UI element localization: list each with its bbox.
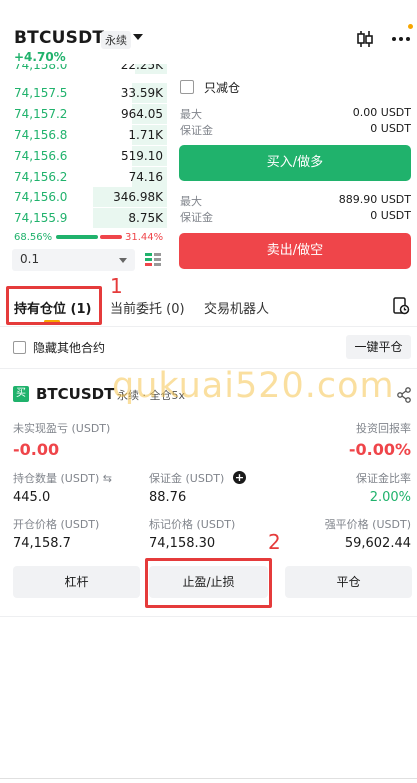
- liquidation-price-label: 强平价格 (USDT): [324, 518, 411, 531]
- mark-price-label: 标记价格 (USDT): [149, 518, 236, 531]
- orderbook-row[interactable]: 74,156.0 346.98K: [12, 187, 167, 208]
- orderbook-price: 74,158.0: [14, 64, 68, 72]
- hide-other-contracts-checkbox[interactable]: [13, 341, 26, 354]
- tab-open-orders[interactable]: 当前委托 (0): [110, 298, 185, 317]
- orderbook-qty: 1.71K: [128, 127, 163, 142]
- precision-select[interactable]: 0.1: [12, 249, 135, 271]
- orderbook-price: 74,156.0: [14, 190, 68, 205]
- candlestick-chart-icon[interactable]: [355, 30, 375, 48]
- chevron-down-icon[interactable]: [133, 34, 143, 40]
- buy-ratio: 68.56%: [14, 232, 53, 243]
- contract-type-badge: 永续: [101, 31, 131, 49]
- hide-other-contracts-label: 隐藏其他合约: [33, 341, 106, 355]
- unrealized-pnl-value: -0.00: [13, 440, 60, 459]
- entry-price-label: 开仓价格 (USDT): [13, 518, 100, 531]
- orderbook-price: 74,157.5: [14, 85, 68, 100]
- orderbook-qty: 964.05: [121, 106, 163, 121]
- orderbook-row[interactable]: 74,156.2 74.16: [12, 166, 167, 187]
- divider: [0, 616, 417, 617]
- add-margin-icon[interactable]: +: [233, 471, 246, 484]
- margin-value: 88.76: [149, 490, 187, 505]
- orderbook-qty: 74.16: [128, 169, 163, 184]
- orderbook-qty: 519.10: [121, 148, 163, 163]
- caret-down-icon: [119, 258, 127, 263]
- order-history-icon[interactable]: [392, 297, 410, 315]
- orderbook-row[interactable]: 74,157.5 33.59K: [12, 82, 167, 103]
- orderbook-qty: 33.59K: [120, 85, 163, 100]
- side-badge: 买: [13, 386, 29, 402]
- buy-long-button[interactable]: 买入/做多: [179, 145, 411, 181]
- orderbook-layout-icon[interactable]: [144, 251, 162, 269]
- orderbook-row[interactable]: 74,156.6 519.10: [12, 145, 167, 166]
- roi-value: -0.00%: [348, 440, 411, 459]
- orderbook-price: 74,156.8: [14, 127, 68, 142]
- buy-max-value: 0.00 USDT: [352, 106, 411, 119]
- orderbook-price: 74,156.2: [14, 169, 68, 184]
- notification-dot: [408, 24, 413, 29]
- orderbook-price: 74,157.2: [14, 106, 68, 121]
- orderbook-qty: 8.75K: [128, 211, 163, 226]
- reduce-only-checkbox[interactable]: [180, 80, 194, 94]
- annotation-box-1: [6, 286, 102, 325]
- more-options-icon[interactable]: [390, 30, 412, 48]
- buy-max-label: 最大: [180, 108, 202, 121]
- orderbook-price: 74,156.6: [14, 148, 68, 163]
- buy-margin-value: 0 USDT: [370, 122, 411, 135]
- price-change: +4.70%: [14, 50, 66, 64]
- unrealized-pnl-label: 未实现盈亏 (USDT): [13, 422, 111, 435]
- position-tags: 永续 · 全仓5x: [117, 389, 185, 402]
- sell-short-button[interactable]: 卖出/做空: [179, 233, 411, 269]
- entry-price-value: 74,158.7: [13, 536, 71, 551]
- orderbook-qty: 346.98K: [113, 190, 163, 205]
- margin-ratio-label: 保证金比率: [356, 472, 411, 485]
- buy-ratio-bar: [56, 235, 98, 239]
- annotation-box-2: [145, 558, 272, 608]
- position-symbol[interactable]: BTCUSDT: [36, 385, 114, 403]
- margin-ratio-value: 2.00%: [369, 490, 411, 505]
- reduce-only-label: 只减仓: [204, 81, 241, 95]
- buy-margin-label: 保证金: [180, 124, 213, 137]
- orderbook-qty: 22.25K: [120, 64, 163, 72]
- sell-margin-label: 保证金: [180, 211, 213, 224]
- sell-ratio: 31.44%: [125, 232, 164, 243]
- position-qty-value: 445.0: [13, 490, 51, 505]
- sell-max-value: 889.90 USDT: [338, 193, 411, 206]
- divider: [0, 326, 417, 327]
- share-icon[interactable]: [396, 387, 412, 403]
- sell-margin-value: 0 USDT: [370, 209, 411, 222]
- divider: [0, 778, 417, 779]
- annotation-number-1: 1: [110, 274, 123, 298]
- liquidation-price-value: 59,602.44: [344, 536, 411, 551]
- margin-label: 保证金 (USDT): [149, 472, 225, 485]
- position-qty-label[interactable]: 持仓数量 (USDT) ⇆: [13, 470, 112, 486]
- divider: [0, 368, 417, 369]
- tab-trading-bots[interactable]: 交易机器人: [204, 298, 269, 317]
- orderbook-row[interactable]: 74,155.9 8.75K: [12, 208, 167, 229]
- sell-ratio-bar: [100, 235, 122, 239]
- annotation-number-2: 2: [268, 530, 281, 554]
- leverage-button[interactable]: 杠杆: [13, 566, 140, 598]
- orderbook-row[interactable]: 74,158.0 22.25K: [12, 64, 167, 74]
- symbol-title[interactable]: BTCUSDT: [14, 28, 104, 48]
- close-all-button[interactable]: 一键平仓: [346, 335, 411, 359]
- roi-label: 投资回报率: [356, 422, 411, 435]
- sell-max-label: 最大: [180, 195, 202, 208]
- orderbook-row[interactable]: 74,157.2 964.05: [12, 103, 167, 124]
- orderbook-price: 74,155.9: [14, 211, 68, 226]
- mark-price-value: 74,158.30: [149, 536, 216, 551]
- close-position-button[interactable]: 平仓: [285, 566, 412, 598]
- orderbook-row[interactable]: 74,156.8 1.71K: [12, 124, 167, 145]
